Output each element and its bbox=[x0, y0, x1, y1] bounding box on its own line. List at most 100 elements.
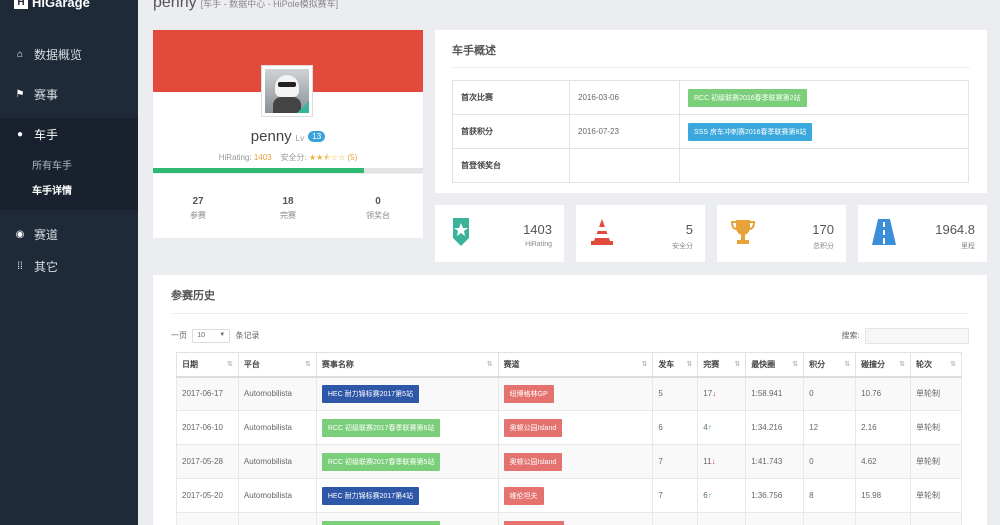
cell-start: 6 bbox=[652, 410, 699, 445]
driver-name-row: penny Lv 13 bbox=[153, 128, 423, 145]
overview-key: 首次比赛 bbox=[452, 80, 570, 115]
cell-platform: Automobilista bbox=[237, 444, 317, 479]
star-rating-icon: ★★⯪☆☆ bbox=[309, 153, 346, 162]
brand-logo: H bbox=[14, 0, 28, 9]
overview-event-cell: RCC 初级联赛2016春季联赛第2站 bbox=[679, 80, 969, 115]
column-header-date[interactable]: 日期 ⇅ bbox=[176, 352, 239, 378]
sidebar: H HiGarage ⌂ 数据概览 ⚑ 赛事 ● 车手 所有车手 车手详情 ◉ … bbox=[0, 0, 138, 525]
arrow-down-icon: ↓ bbox=[711, 457, 716, 466]
sort-icon: ⇅ bbox=[899, 361, 905, 368]
cell-date: 2017-05-20 bbox=[176, 478, 239, 513]
safety-count: (5) bbox=[347, 153, 358, 162]
flag-icon: ⚑ bbox=[15, 88, 25, 100]
sidebar-subitem-driver-detail[interactable]: 车手详情 bbox=[0, 177, 138, 202]
table-row: 2017-05-28 Automobilista RCC 初级联赛2017春季联… bbox=[176, 444, 962, 479]
column-header-event[interactable]: 赛事名称 ⇅ bbox=[315, 352, 499, 378]
search-input[interactable] bbox=[865, 328, 969, 344]
event-tag[interactable]: HEC 耐力锦标赛2017第5站 bbox=[321, 384, 420, 403]
cell-date: 2017-06-10 bbox=[176, 410, 239, 445]
cell-fastest-lap: 1:58.941 bbox=[745, 376, 805, 411]
sidebar-item-label: 赛事 bbox=[34, 87, 59, 102]
column-header-points[interactable]: 积分 ⇅ bbox=[803, 352, 857, 378]
event-tag[interactable]: RCC 初级联赛2016春季联赛第2站 bbox=[688, 88, 807, 107]
event-tag[interactable]: SSS 房车冲刺赛2016春季联赛第8站 bbox=[688, 122, 813, 141]
stat-value: 18 bbox=[282, 196, 294, 207]
track-tag[interactable]: 布兰兹哈奇Indy bbox=[503, 520, 564, 525]
cell-round: 单轮制 bbox=[910, 512, 962, 525]
cell-track: 布兰兹哈奇Indy bbox=[497, 512, 654, 525]
column-header-track[interactable]: 赛道 ⇅ bbox=[497, 352, 654, 378]
stat-starts: 27 参赛 bbox=[153, 174, 243, 238]
column-header-round[interactable]: 轮次 ⇅ bbox=[910, 352, 962, 378]
cell-finish: 6↑ bbox=[697, 478, 747, 513]
column-label: 轮次 bbox=[916, 359, 932, 369]
sidebar-item-label: 车手 bbox=[34, 127, 59, 142]
sort-icon: ⇅ bbox=[686, 361, 693, 368]
sidebar-item-events[interactable]: ⚑ 赛事 bbox=[0, 78, 138, 110]
length-suffix: 条记录 bbox=[235, 331, 260, 341]
column-label: 完赛 bbox=[703, 359, 720, 369]
event-tag[interactable]: RCC 初级联赛2017春季联赛第4站 bbox=[321, 520, 441, 525]
track-tag[interactable]: 奥顿公园Island bbox=[503, 452, 563, 471]
race-history-panel: 参赛历史 一页 10 ▼ 条记录 搜索: 日期 ⇅ 平台 ⇅ 赛事名称 ⇅ 赛道 ⇅ 发车… bbox=[153, 275, 987, 525]
sort-icon: ⇅ bbox=[734, 361, 741, 368]
page-length-select[interactable]: 10 ▼ bbox=[192, 329, 231, 343]
track-tag[interactable]: 奥顿公园Island bbox=[503, 418, 563, 437]
home-icon: ⌂ bbox=[16, 48, 24, 60]
rating-line: HiRating: 1403 安全分: ★★⯪☆☆ (5) bbox=[153, 152, 423, 166]
sidebar-item-drivers[interactable]: ● 车手 bbox=[0, 118, 138, 150]
arrow-down-icon: ↓ bbox=[712, 389, 717, 399]
cell-fastest-lap: 52.0596 bbox=[745, 512, 805, 525]
page-header: penny [车手 - 数据中心 - HiPole模拟赛车] bbox=[153, 0, 338, 12]
cell-finish: 17↓ bbox=[697, 376, 747, 411]
track-tag[interactable]: 维伦坦夫 bbox=[503, 486, 544, 505]
event-tag[interactable]: RCC 初级联赛2017春季联赛第6站 bbox=[321, 418, 441, 437]
length-prefix: 一页 bbox=[171, 331, 187, 341]
finish-position: 17 bbox=[703, 389, 713, 399]
panel-title: 参赛历史 bbox=[171, 287, 969, 314]
sidebar-item-tracks[interactable]: ◉ 赛道 bbox=[0, 218, 138, 250]
column-header-platform[interactable]: 平台 ⇅ bbox=[237, 352, 317, 378]
column-label: 最快圈 bbox=[751, 359, 776, 369]
caret-down-icon: ▼ bbox=[219, 332, 226, 338]
cell-round: 单轮制 bbox=[910, 478, 962, 513]
cell-date: 2017-06-17 bbox=[176, 376, 239, 411]
cell-start: 5 bbox=[652, 376, 699, 411]
breadcrumb: [车手 - 数据中心 - HiPole模拟赛车] bbox=[200, 0, 339, 9]
table-header-row: 日期 ⇅ 平台 ⇅ 赛事名称 ⇅ 赛道 ⇅ 发车 ⇅ 完赛 ⇅ 最快圈 ⇅ 积分 ⇅ 碰撞分 ⇅ … bbox=[176, 352, 962, 378]
cell-platform: Automobilista bbox=[237, 478, 317, 513]
sort-icon: ⇅ bbox=[486, 361, 493, 368]
brand[interactable]: H HiGarage bbox=[0, 0, 138, 10]
profile-card: penny Lv 13 HiRating: 1403 安全分: ★★⯪☆☆ (5)… bbox=[153, 30, 423, 238]
column-label: 日期 bbox=[182, 359, 198, 369]
column-header-finish[interactable]: 完赛 ⇅ bbox=[697, 352, 747, 378]
ribbon-icon bbox=[453, 218, 469, 246]
column-label: 碰撞分 bbox=[861, 359, 886, 369]
cell-collision: 0 bbox=[855, 512, 911, 525]
sidebar-subitem-all-drivers[interactable]: 所有车手 bbox=[0, 152, 138, 177]
track-tag[interactable]: 纽博格林GP bbox=[503, 384, 554, 403]
overview-event-cell bbox=[679, 148, 969, 183]
overview-key: 首获积分 bbox=[452, 114, 570, 149]
table-row: 2017-06-10 Automobilista RCC 初级联赛2017春季联… bbox=[176, 410, 962, 445]
cell-start: 7 bbox=[652, 444, 699, 479]
cell-points: 8 bbox=[803, 478, 857, 513]
panel-title: 车手概述 bbox=[452, 42, 970, 68]
column-header-start[interactable]: 发车 ⇅ bbox=[652, 352, 699, 378]
column-header-collision[interactable]: 碰撞分 ⇅ bbox=[855, 352, 911, 378]
column-header-fastest-lap[interactable]: 最快圈 ⇅ bbox=[745, 352, 805, 378]
event-tag[interactable]: RCC 初级联赛2017春季联赛第5站 bbox=[321, 452, 441, 471]
event-tag[interactable]: HEC 耐力锦标赛2017第4站 bbox=[321, 486, 420, 505]
column-label: 积分 bbox=[809, 359, 826, 369]
sidebar-item-other[interactable]: ⁞⁞ 其它 bbox=[0, 250, 138, 282]
stat-finishes: 18 完赛 bbox=[243, 174, 333, 238]
arrow-up-icon: ↑ bbox=[707, 423, 712, 432]
cell-points: 0 bbox=[803, 444, 857, 479]
metric-card-hirating: 1403 HiRating bbox=[435, 205, 564, 262]
cell-start: 5 bbox=[652, 512, 699, 525]
sidebar-item-overview[interactable]: ⌂ 数据概览 bbox=[0, 38, 138, 70]
table-row: 首登领奖台 bbox=[452, 148, 969, 183]
profile-stats: 27 参赛 18 完赛 0 领奖台 bbox=[153, 173, 423, 238]
cell-event: HEC 耐力锦标赛2017第5站 bbox=[315, 376, 499, 411]
map-pin-icon: ◉ bbox=[15, 228, 25, 240]
